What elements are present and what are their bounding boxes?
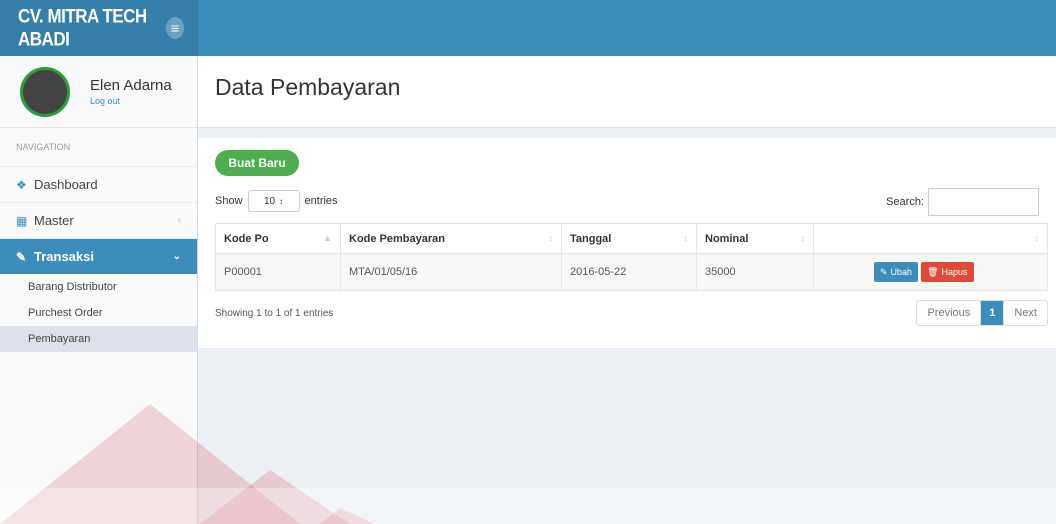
chevron-left-icon: ‹ bbox=[177, 215, 181, 226]
edit-icon: ✎ bbox=[880, 266, 888, 277]
sidebar-item-dashboard[interactable]: ❖ Dashboard bbox=[0, 166, 197, 202]
user-name: Elen Adarna bbox=[90, 77, 172, 94]
table-info: Showing 1 to 1 of 1 entries bbox=[215, 308, 334, 319]
menu-toggle-icon[interactable]: ≡ bbox=[166, 17, 184, 39]
brand[interactable]: CV. MITRA TECH ABADI ≡ bbox=[0, 0, 198, 56]
show-entries: Show 10 ↕ entries bbox=[215, 190, 338, 212]
avatar bbox=[20, 66, 70, 117]
delete-label: Hapus bbox=[941, 267, 968, 277]
bar-chart-icon: ▦ bbox=[16, 213, 28, 228]
select-arrows-icon: ↕ bbox=[279, 196, 284, 206]
cell-kode-po: P00001 bbox=[215, 253, 341, 291]
search-area: Search: bbox=[886, 188, 1039, 216]
show-label: Show bbox=[215, 195, 243, 207]
search-input[interactable] bbox=[928, 188, 1039, 216]
delete-button[interactable]: 🗑 Hapus bbox=[921, 262, 974, 282]
sidebar-subitem-purchest-order[interactable]: Purchest Order bbox=[0, 300, 197, 326]
sort-icon: ↕ bbox=[1034, 233, 1040, 243]
page-1-button[interactable]: 1 bbox=[981, 301, 1004, 325]
table-header-row: Kode Po ▲ Kode Pembayaran ↕ Tanggal ↕ Nomin… bbox=[215, 223, 1048, 254]
column-label: Tanggal bbox=[570, 232, 612, 245]
page-title: Data Pembayaran bbox=[215, 74, 401, 100]
trash-icon: 🗑 bbox=[927, 266, 939, 277]
cell-nominal: 35000 bbox=[696, 253, 814, 291]
brand-title: CV. MITRA TECH ABADI bbox=[18, 5, 147, 50]
sidebar-item-label: Master bbox=[34, 213, 74, 228]
home-icon: ❖ bbox=[16, 177, 27, 192]
content-header: Data Pembayaran bbox=[198, 56, 1056, 128]
entries-value: 10 bbox=[263, 195, 276, 207]
table-row: P00001 MTA/01/05/16 2016-05-22 35000 ✎ Ub… bbox=[215, 253, 1048, 291]
entries-label: entries bbox=[304, 195, 338, 207]
column-header-actions[interactable]: ↕ bbox=[813, 223, 1048, 254]
sidebar-item-label: Transaksi bbox=[34, 249, 94, 264]
previous-button[interactable]: Previous bbox=[917, 301, 982, 325]
column-header-kode-pembayaran[interactable]: Kode Pembayaran ↕ bbox=[340, 223, 562, 254]
sidebar-item-label: Dashboard bbox=[34, 177, 98, 192]
cell-tanggal: 2016-05-22 bbox=[561, 253, 697, 291]
edit-button[interactable]: ✎ Ubah bbox=[874, 262, 919, 282]
search-label: Search: bbox=[886, 196, 924, 208]
column-label: Nominal bbox=[705, 232, 749, 245]
sidebar-subitem-pembayaran[interactable]: Pembayaran bbox=[0, 326, 197, 352]
entries-select[interactable]: 10 ↕ bbox=[247, 190, 300, 212]
cell-actions: ✎ Ubah 🗑 Hapus bbox=[813, 253, 1048, 291]
sort-icon: ↕ bbox=[683, 233, 689, 243]
sort-asc-icon: ▲ bbox=[323, 233, 332, 243]
column-label: Kode Po bbox=[224, 232, 269, 245]
column-header-nominal[interactable]: Nominal ↕ bbox=[696, 223, 814, 254]
edit-icon: ✎ bbox=[16, 249, 27, 264]
sidebar-item-master[interactable]: ▦ Master ‹ bbox=[0, 202, 197, 238]
sidebar-item-transaksi[interactable]: ✎ Transaksi ⌄ bbox=[0, 238, 197, 274]
navbar bbox=[198, 0, 1056, 56]
cell-kode-pembayaran: MTA/01/05/16 bbox=[340, 253, 562, 291]
column-header-tanggal[interactable]: Tanggal ↕ bbox=[561, 223, 697, 254]
edit-label: Ubah bbox=[890, 267, 913, 277]
pagination: Previous 1 Next bbox=[916, 300, 1048, 326]
sidebar-subitem-barang-distributor[interactable]: Barang Distributor bbox=[0, 274, 197, 300]
data-box: Buat Baru Show 10 ↕ entries Search: Kode… bbox=[198, 138, 1056, 348]
column-label: Kode Pembayaran bbox=[349, 232, 445, 245]
create-new-button[interactable]: Buat Baru bbox=[215, 150, 299, 176]
column-header-kode-po[interactable]: Kode Po ▲ bbox=[215, 223, 341, 254]
sort-icon: ↕ bbox=[800, 233, 806, 243]
payments-table: Kode Po ▲ Kode Pembayaran ↕ Tanggal ↕ Nomin… bbox=[215, 223, 1048, 291]
logout-link[interactable]: Log out bbox=[90, 96, 172, 106]
sort-icon: ↕ bbox=[548, 233, 554, 243]
chevron-down-icon: ⌄ bbox=[172, 251, 181, 262]
sidebar: Elen Adarna Log out NAVIGATION ❖ Dashboa… bbox=[0, 56, 198, 524]
next-button[interactable]: Next bbox=[1003, 301, 1047, 325]
nav-header: NAVIGATION bbox=[16, 142, 71, 152]
user-panel: Elen Adarna Log out bbox=[0, 56, 197, 128]
top-bar: CV. MITRA TECH ABADI ≡ bbox=[0, 0, 1056, 56]
user-info: Elen Adarna Log out bbox=[90, 77, 172, 106]
